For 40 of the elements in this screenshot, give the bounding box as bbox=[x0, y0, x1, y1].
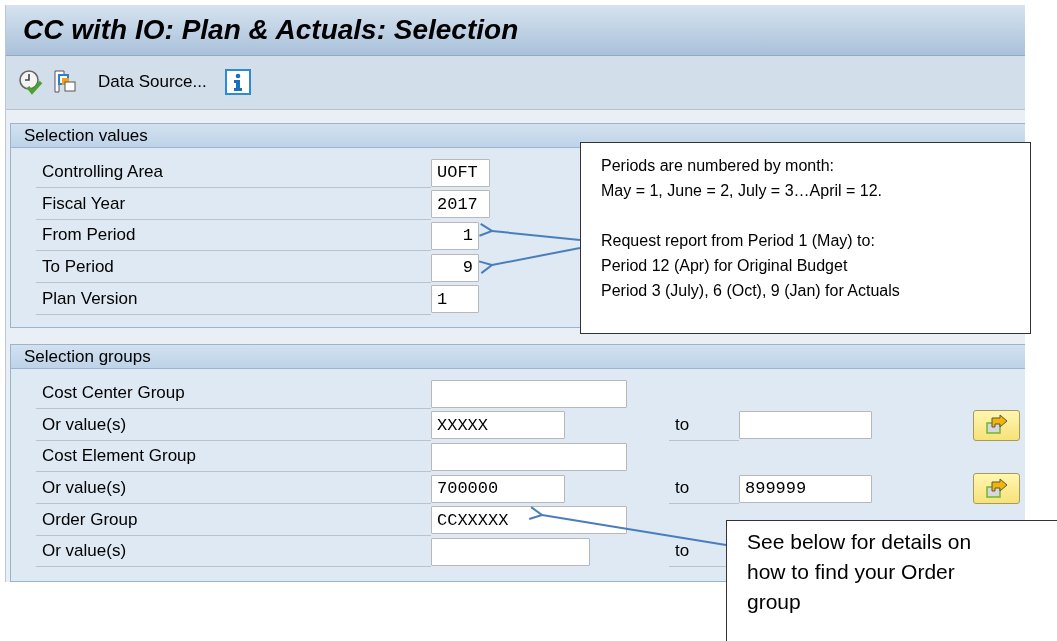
field-label: Cost Element Group bbox=[36, 441, 431, 473]
clock-check-icon[interactable] bbox=[18, 69, 44, 96]
input-field[interactable]: 1 bbox=[431, 222, 479, 250]
field-label: Cost Center Group bbox=[36, 378, 431, 410]
field-label: Controlling Area bbox=[36, 157, 431, 189]
panel-title: Selection groups bbox=[24, 346, 151, 367]
field-label: Or value(s) bbox=[36, 536, 431, 568]
field-label: Plan Version bbox=[36, 283, 431, 315]
input-field[interactable]: UOFT bbox=[431, 158, 490, 187]
field-label: to bbox=[675, 478, 690, 498]
input-field[interactable]: 2017 bbox=[431, 190, 490, 219]
arrow-box-icon bbox=[983, 477, 1010, 500]
arrow-box-icon bbox=[983, 414, 1010, 437]
info-icon[interactable] bbox=[224, 69, 251, 96]
field-label: From Period bbox=[36, 220, 431, 252]
input-field[interactable] bbox=[431, 379, 627, 408]
multiple-selection-button[interactable] bbox=[973, 473, 1020, 505]
data-source-button[interactable]: Data Source... bbox=[94, 72, 211, 93]
field-label: Or value(s) bbox=[36, 473, 431, 505]
field-label: Fiscal Year bbox=[36, 188, 431, 220]
panel-title: Selection values bbox=[24, 125, 148, 146]
input-field[interactable] bbox=[739, 411, 872, 440]
multiple-selection-button[interactable] bbox=[973, 409, 1020, 441]
callout-text: Periods are numbered by month: May = 1, June = 2, July = 3…April = 12. bbox=[601, 156, 884, 201]
callout-text: Request report from Period 1 (May) to: Period 12 (Apr) for Original Budget Period 3 (July), 6 (Oct), 9 (Jan) for Actuals bbox=[601, 231, 901, 301]
input-field[interactable]: 1 bbox=[431, 285, 479, 314]
window-title: CC with IO: Plan & Actuals: Selection bbox=[23, 13, 519, 46]
field-label: To Period bbox=[36, 252, 431, 284]
input-field[interactable]: CCXXXXX bbox=[431, 506, 627, 535]
field-label: to bbox=[675, 414, 690, 434]
input-field[interactable] bbox=[431, 443, 627, 471]
input-field[interactable] bbox=[431, 537, 590, 566]
field-label: to bbox=[675, 541, 690, 561]
input-field[interactable]: XXXXX bbox=[431, 411, 565, 440]
field-label: Order Group bbox=[36, 504, 431, 536]
callout-text: See below for details on how to find your Order group bbox=[747, 529, 973, 615]
input-field[interactable]: 899999 bbox=[739, 474, 872, 503]
field-label: Or value(s) bbox=[36, 409, 431, 441]
input-field[interactable]: 700000 bbox=[431, 474, 565, 503]
input-field[interactable]: 9 bbox=[431, 253, 479, 282]
